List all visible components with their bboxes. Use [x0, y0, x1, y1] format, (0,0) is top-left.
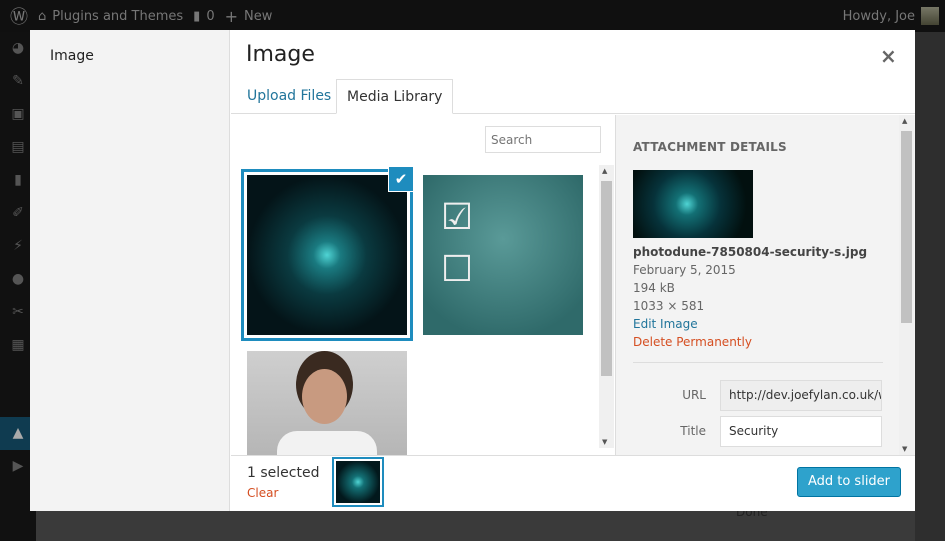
delete-permanently-link[interactable]: Delete Permanently — [633, 333, 867, 351]
file-size: 194 kB — [633, 281, 675, 295]
site-name: Plugins and Themes — [52, 8, 184, 24]
title-field[interactable]: Security — [720, 416, 882, 447]
avatar — [921, 7, 939, 25]
details-thumbnail — [633, 170, 753, 238]
site-name-link[interactable]: ⌂ Plugins and Themes — [38, 9, 183, 24]
media-modal: Image Image × Upload Files Media Library… — [30, 30, 915, 511]
scroll-up-icon[interactable]: ▲ — [602, 167, 607, 175]
comments-count: 0 — [206, 8, 215, 24]
modal-menu: Image — [30, 30, 230, 511]
scroll-up-icon[interactable]: ▲ — [902, 117, 907, 125]
comments-link[interactable]: ▮ 0 — [193, 9, 214, 24]
photo-shirt — [277, 431, 377, 455]
url-label: URL — [682, 388, 706, 402]
search-input[interactable] — [485, 126, 601, 153]
details-scrollbar[interactable]: ▲ ▼ — [899, 115, 914, 455]
details-heading: ATTACHMENT DETAILS — [633, 140, 787, 154]
attachment-thumbnail[interactable] — [247, 175, 407, 335]
clear-selection-link[interactable]: Clear — [247, 486, 278, 500]
greeting: Howdy, Joe — [842, 8, 915, 24]
page-background-bottom: Done — [36, 505, 915, 541]
scrollbar-thumb[interactable] — [901, 131, 912, 323]
new-content-link[interactable]: + New — [225, 7, 273, 26]
page-background — [915, 32, 945, 541]
modal-title: Image — [246, 42, 315, 67]
attachment-thumbnail[interactable] — [247, 351, 407, 455]
upload-date: February 5, 2015 — [633, 263, 736, 277]
selection-count: 1 selected — [247, 465, 320, 481]
divider — [633, 362, 883, 363]
scrollbar-thumb[interactable] — [601, 181, 612, 376]
dimensions: 1033 × 581 — [633, 299, 705, 313]
filename: photodune-7850804-security-s.jpg — [633, 245, 868, 259]
modal-toolbar: 1 selected Clear Add to slider — [231, 455, 915, 511]
chalk-checkbox-icon: ☑ — [441, 197, 474, 238]
wordpress-logo-icon[interactable]: Ⓦ — [10, 3, 28, 29]
plus-icon: + — [224, 6, 239, 26]
photo-face — [302, 369, 347, 424]
add-to-slider-button[interactable]: Add to slider — [797, 467, 901, 497]
tab-upload-files[interactable]: Upload Files — [237, 79, 341, 114]
details-info: photodune-7850804-security-s.jpg Februar… — [633, 243, 867, 351]
menu-item-image[interactable]: Image — [50, 48, 94, 64]
attachments-browser: ✔ ☑ ☐ ▲ ▼ — [231, 115, 615, 455]
scroll-down-icon[interactable]: ▼ — [602, 438, 607, 446]
new-label: New — [244, 8, 273, 24]
attachment-thumbnail[interactable]: ☑ ☐ — [423, 175, 583, 335]
home-icon: ⌂ — [38, 8, 47, 24]
account-menu[interactable]: Howdy, Joe — [843, 7, 939, 25]
router-tabs: Upload Files Media Library — [231, 79, 915, 114]
comment-icon: ▮ — [193, 8, 201, 24]
tab-media-library[interactable]: Media Library — [336, 79, 454, 114]
scroll-down-icon[interactable]: ▼ — [902, 445, 907, 453]
chalk-box-icon: ☐ — [441, 249, 474, 290]
title-label: Title — [680, 424, 706, 438]
admin-bar: Ⓦ ⌂ Plugins and Themes ▮ 0 + New Howdy, Joe — [0, 0, 945, 32]
checkmark-icon[interactable]: ✔ — [389, 167, 413, 191]
url-field[interactable]: http://dev.joefylan.co.uk/w — [720, 380, 882, 411]
edit-image-link[interactable]: Edit Image — [633, 315, 867, 333]
selected-thumbnail[interactable] — [336, 461, 380, 503]
close-icon[interactable]: × — [880, 44, 897, 68]
attachment-details: ATTACHMENT DETAILS photodune-7850804-sec… — [615, 115, 915, 455]
grid-scrollbar[interactable]: ▲ ▼ — [599, 165, 614, 448]
